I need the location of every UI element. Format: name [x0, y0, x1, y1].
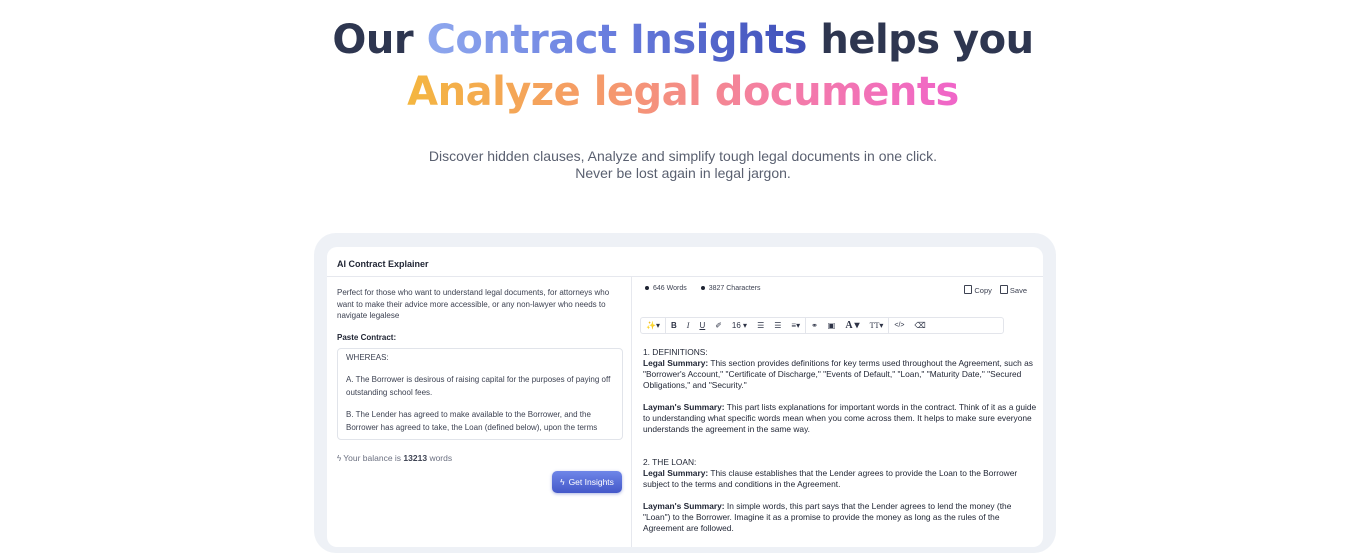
clear-format-icon[interactable]: ⌫	[909, 318, 930, 333]
hero-title-line2: Analyze legal documents	[0, 66, 1366, 118]
copy-label: Copy	[974, 286, 992, 295]
bullet-icon	[700, 286, 705, 291]
file-icon	[999, 285, 1008, 294]
numbered-list-icon[interactable]: ☰	[769, 318, 786, 333]
paste-contract-label: Paste Contract:	[337, 333, 397, 342]
section-heading: 1. DEFINITIONS:	[643, 347, 708, 357]
image-icon[interactable]: ▣	[823, 318, 841, 333]
document-stats: 646 Words 3827 Characters	[645, 285, 761, 292]
section-heading: 2. THE LOAN:	[643, 457, 697, 467]
char-count: 3827 Characters	[700, 285, 761, 292]
legal-summary-label: Legal Summary:	[643, 468, 709, 478]
output-actions: Copy Save	[964, 285, 1027, 295]
contract-line: WHEREAS:	[346, 353, 389, 362]
hero-subtitle: Discover hidden clauses, Analyze and sim…	[0, 148, 1366, 182]
underline-button[interactable]: U	[694, 318, 710, 333]
eraser-style-icon[interactable]: ✐	[710, 318, 727, 333]
bolt-icon: ϟ	[337, 454, 342, 463]
align-select[interactable]: ≡▾	[786, 318, 805, 333]
panel-divider	[631, 277, 632, 547]
font-size-select[interactable]: 16 ▾	[727, 318, 752, 333]
balance-value: 13213	[403, 453, 428, 463]
hero-subtitle-line1: Discover hidden clauses, Analyze and sim…	[428, 148, 938, 164]
hero-title-suffix: helps you	[820, 17, 1034, 63]
italic-button[interactable]: I	[682, 318, 695, 333]
save-button[interactable]: Save	[999, 285, 1027, 295]
hero-subtitle-line2: Never be lost again in legal jargon.	[575, 165, 791, 181]
hero-title-highlight: Contract Insights	[426, 17, 808, 63]
copy-button[interactable]: Copy	[964, 285, 992, 295]
balance-prefix: Your balance is	[343, 453, 402, 463]
save-label: Save	[1009, 286, 1027, 295]
insights-output[interactable]: 1. DEFINITIONS: Legal Summary: This sect…	[643, 347, 1041, 534]
bolt-icon: ϟ	[560, 477, 565, 487]
word-count: 646 Words	[645, 285, 687, 292]
word-count-value: 646 Words	[653, 285, 687, 292]
hero-title-gradient: Analyze legal documents	[407, 69, 959, 115]
get-insights-label: Get Insights	[568, 477, 614, 487]
legal-summary-label: Legal Summary:	[643, 358, 709, 368]
magic-wand-icon[interactable]: ✨▾	[641, 318, 665, 333]
legal-summary: Legal Summary: This clause establishes t…	[643, 468, 1041, 490]
layman-summary-label: Layman's Summary:	[643, 501, 725, 511]
balance-text: ϟ Your balance is 13213 words	[337, 453, 452, 463]
legal-summary: Legal Summary: This section provides def…	[643, 358, 1041, 391]
contract-line: B. The Lender has agreed to make availab…	[346, 409, 598, 433]
bullet-icon	[645, 286, 649, 291]
hero-title-prefix: Our	[332, 17, 414, 63]
layman-summary: Layman's Summary: This part lists explan…	[643, 402, 1041, 435]
bullet-list-icon[interactable]: ☰	[752, 318, 769, 333]
char-count-value: 3827 Characters	[708, 285, 761, 292]
layman-summary: Layman's Summary: In simple words, this …	[643, 501, 1041, 534]
editor-toolbar: ✨▾ B I U ✐ 16 ▾ ☰ ☰ ≡▾ ⚭ ▣ A ▾ TT▾ </> ⌫	[640, 317, 1004, 334]
header-divider	[327, 276, 1043, 277]
font-color-select[interactable]: A ▾	[840, 318, 864, 333]
app-window: AI Contract Explainer Perfect for those …	[327, 247, 1043, 547]
app-title: AI Contract Explainer	[337, 259, 429, 269]
balance-suffix: words	[429, 453, 453, 463]
app-description: Perfect for those who want to understand…	[337, 288, 610, 320]
hero-title-line1: Our Contract Insights helps you	[0, 14, 1366, 66]
link-icon[interactable]: ⚭	[806, 318, 823, 333]
layman-summary-label: Layman's Summary:	[643, 402, 725, 412]
contract-line: A. The Borrower is desirous of raising c…	[346, 374, 611, 398]
get-insights-button[interactable]: ϟ Get Insights	[552, 471, 622, 493]
bold-button[interactable]: B	[666, 318, 682, 333]
copy-icon	[964, 285, 973, 294]
text-style-select[interactable]: TT▾	[865, 318, 889, 333]
contract-input[interactable]: WHEREAS: A. The Borrower is desirous of …	[337, 348, 623, 440]
code-view-icon[interactable]: </>	[889, 318, 909, 333]
